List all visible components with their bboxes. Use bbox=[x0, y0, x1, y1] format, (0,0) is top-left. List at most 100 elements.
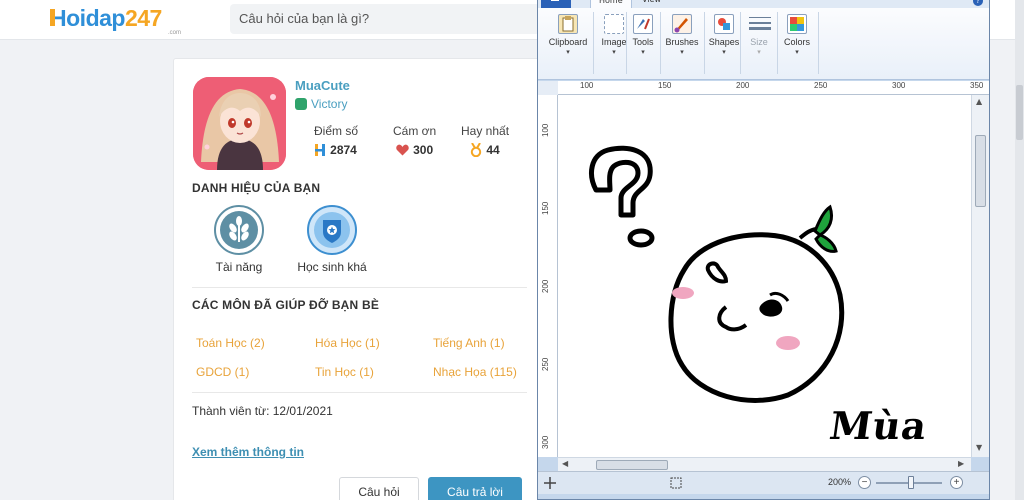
scroll-thumb[interactable] bbox=[975, 135, 986, 207]
ribbon-group-colors[interactable]: Colors ▾ bbox=[779, 10, 815, 76]
subject-link[interactable]: Toán Học (2) bbox=[196, 336, 265, 350]
stat-best: Hay nhất 44 bbox=[461, 124, 509, 157]
dropdown-arrow-icon: ▾ bbox=[722, 49, 726, 56]
ribbon-group-brushes[interactable]: Brushes ▾ bbox=[662, 10, 702, 76]
subject-link[interactable]: GDCD (1) bbox=[196, 365, 249, 379]
rank-label: Victory bbox=[311, 97, 348, 111]
user-rank: Victory bbox=[295, 97, 347, 111]
ribbon-group-label: Size bbox=[750, 37, 768, 47]
ruler-tick-label: 150 bbox=[658, 81, 672, 90]
badge-talent[interactable]: Tài năng bbox=[194, 205, 284, 274]
canvas-handwriting: Mùa bbox=[826, 403, 931, 448]
ruler-tick-label: 200 bbox=[736, 81, 750, 90]
medal-icon bbox=[471, 143, 482, 157]
zoom-in-button[interactable]: + bbox=[950, 476, 963, 489]
ribbon-group-size[interactable]: Size ▾ bbox=[743, 10, 775, 76]
cursor-position-icon bbox=[544, 477, 556, 489]
tab-view[interactable]: View bbox=[634, 0, 669, 8]
page-scrollbar[interactable] bbox=[1015, 0, 1024, 500]
questions-button[interactable]: Câu hỏi bbox=[339, 477, 419, 500]
avatar[interactable] bbox=[193, 77, 286, 170]
ribbon-group-shapes[interactable]: Shapes ▾ bbox=[706, 10, 742, 76]
status-bar: 200% − + bbox=[538, 471, 989, 494]
colors-icon bbox=[787, 14, 807, 34]
badge-good-student[interactable]: Học sinh khá bbox=[287, 205, 377, 274]
badge-label: Học sinh khá bbox=[297, 260, 367, 274]
zoom-level: 200% bbox=[828, 477, 852, 487]
help-icon[interactable]: ? bbox=[973, 0, 983, 6]
ribbon-group-label: Tools bbox=[632, 37, 654, 47]
ruler-tick-label: 200 bbox=[541, 279, 550, 293]
stat-value: 2874 bbox=[330, 143, 357, 157]
subject-link[interactable]: Tin Học (1) bbox=[315, 365, 374, 379]
subject-link[interactable]: Tiếng Anh (1) bbox=[433, 336, 505, 350]
anime-girl-avatar-image bbox=[193, 77, 286, 170]
clipboard-icon bbox=[558, 14, 578, 34]
heart-icon bbox=[396, 144, 409, 156]
user-name[interactable]: MuaCute bbox=[295, 78, 350, 93]
stat-points: Điểm số 2874 bbox=[314, 124, 358, 157]
scroll-down-icon[interactable]: ▼ bbox=[976, 443, 982, 452]
shapes-icon bbox=[714, 14, 734, 34]
ruler-tick-label: 350 bbox=[970, 81, 984, 90]
badge-label: Tài năng bbox=[215, 260, 263, 274]
scroll-thumb[interactable] bbox=[596, 460, 668, 470]
scroll-up-icon[interactable]: ▲ bbox=[976, 97, 982, 106]
ribbon-group-label: Shapes bbox=[708, 37, 740, 47]
ruler-tick-label: 300 bbox=[892, 81, 906, 90]
stat-thanks: Cám ơn 300 bbox=[393, 124, 436, 157]
ribbon-group-label: Clipboard bbox=[548, 37, 588, 47]
ribbon-group-tools[interactable]: Tools ▾ bbox=[628, 10, 658, 76]
rank-icon bbox=[295, 98, 307, 110]
ruler-tick-label: 150 bbox=[541, 201, 550, 215]
subject-link[interactable]: Nhạc Họa (115) bbox=[433, 365, 517, 379]
h-points-icon bbox=[315, 144, 326, 156]
zoom-slider-thumb[interactable] bbox=[908, 476, 914, 489]
vertical-ruler: 100 150 200 250 300 bbox=[538, 95, 558, 457]
stat-label: Điểm số bbox=[314, 124, 359, 138]
shield-star-icon bbox=[314, 212, 350, 248]
ribbon: Clipboard ▾ Image ▾ Tools ▾ Brushes ▾ Sh… bbox=[538, 8, 989, 80]
answers-button[interactable]: Câu trả lời bbox=[428, 477, 522, 500]
stat-label: Hay nhất bbox=[461, 124, 510, 138]
vertical-scrollbar[interactable]: ▲ ▼ bbox=[971, 95, 989, 457]
ruler-tick-label: 300 bbox=[541, 435, 550, 449]
ribbon-group-label: Brushes bbox=[665, 37, 699, 47]
brush-icon bbox=[672, 14, 692, 34]
file-menu-icon bbox=[551, 0, 559, 1]
wheat-icon bbox=[220, 211, 258, 249]
zoom-out-button[interactable]: − bbox=[858, 476, 871, 489]
logo-h: H bbox=[50, 5, 67, 31]
more-info-link[interactable]: Xem thêm thông tin bbox=[192, 445, 304, 459]
ruler-tick-label: 250 bbox=[541, 357, 550, 371]
selection-size-icon bbox=[670, 477, 682, 489]
scroll-right-icon[interactable]: ▶ bbox=[958, 459, 964, 468]
tab-home[interactable]: Home bbox=[590, 0, 632, 8]
logo-number: 247 bbox=[124, 5, 162, 31]
scroll-left-icon[interactable]: ◀ bbox=[562, 459, 568, 468]
dropdown-arrow-icon: ▾ bbox=[566, 49, 570, 56]
size-icon bbox=[749, 14, 771, 34]
dropdown-arrow-icon: ▾ bbox=[795, 49, 799, 56]
ruler-tick-label: 250 bbox=[814, 81, 828, 90]
subject-link[interactable]: Hóa Học (1) bbox=[315, 336, 380, 350]
search-input[interactable]: Câu hỏi của bạn là gì? bbox=[230, 4, 540, 34]
stat-value: 44 bbox=[486, 143, 500, 157]
horizontal-scrollbar[interactable]: ◀ ▶ bbox=[558, 457, 971, 471]
ruler-tick-label: 100 bbox=[541, 123, 550, 137]
drawing-canvas[interactable]: Mùa bbox=[558, 95, 971, 457]
tools-icon bbox=[633, 14, 653, 34]
page-scroll-thumb[interactable] bbox=[1016, 85, 1023, 140]
divider bbox=[192, 287, 527, 288]
member-since: Thành viên từ: 12/01/2021 bbox=[192, 404, 333, 418]
stat-label: Cám ơn bbox=[393, 124, 437, 138]
site-logo[interactable]: Hoidap247 .com bbox=[50, 5, 181, 36]
dropdown-arrow-icon: ▾ bbox=[641, 49, 645, 56]
dropdown-arrow-icon: ▾ bbox=[680, 49, 684, 56]
file-menu-button[interactable] bbox=[541, 0, 571, 8]
profile-card: MuaCute Victory Điểm số 2874 Cám ơn 300 … bbox=[173, 58, 543, 500]
divider bbox=[192, 392, 527, 393]
logo-text: oidap bbox=[66, 5, 125, 31]
ribbon-group-clipboard[interactable]: Clipboard ▾ bbox=[546, 10, 590, 76]
paint-window: Home View ? Clipboard ▾ Image ▾ Tools ▾ … bbox=[537, 0, 990, 500]
